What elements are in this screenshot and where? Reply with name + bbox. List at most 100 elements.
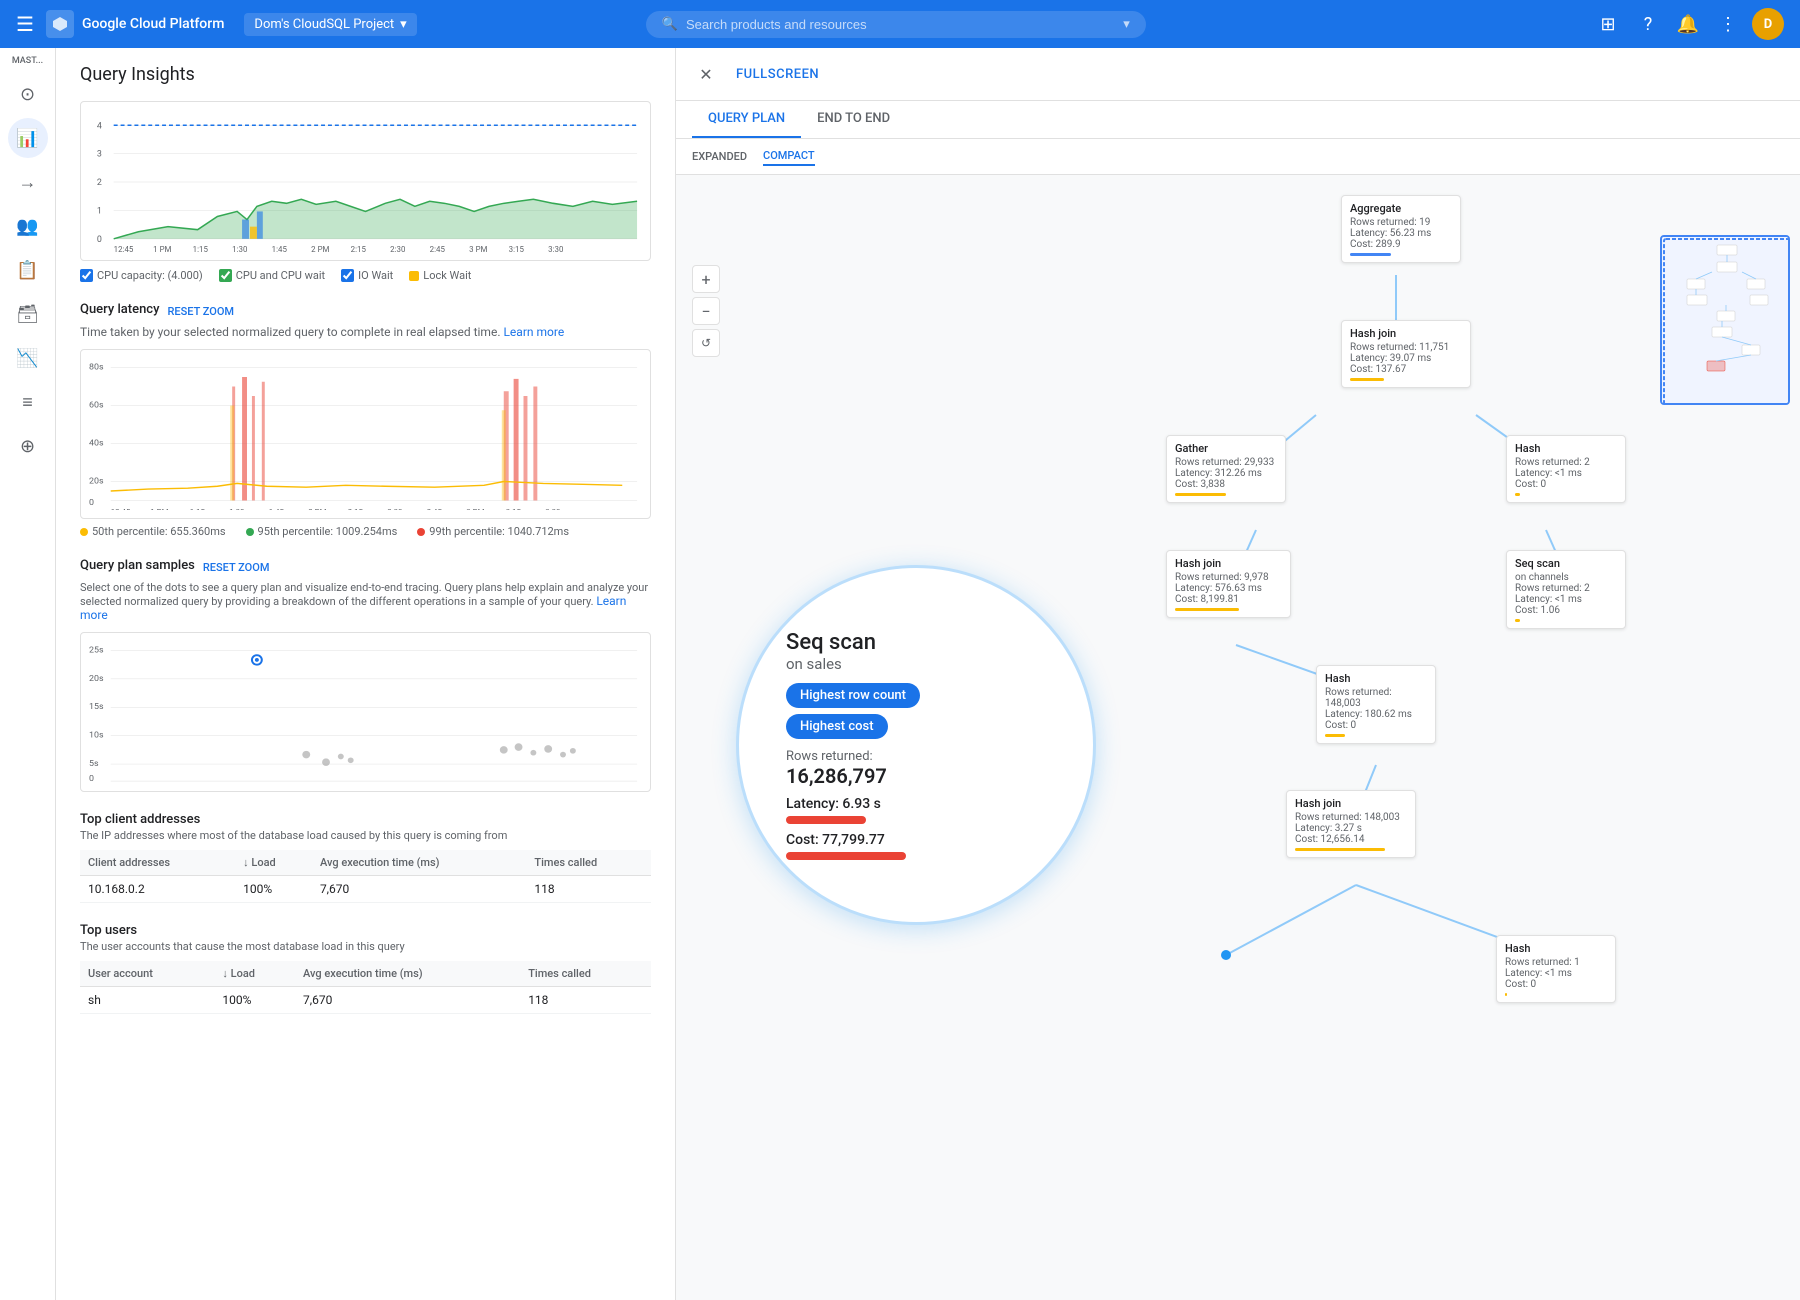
page-title: Query Insights — [80, 64, 651, 85]
sidebar-item-metrics[interactable]: 📉 — [8, 338, 48, 378]
svg-text:1 PM: 1 PM — [150, 508, 169, 510]
svg-text:20s: 20s — [89, 674, 104, 684]
svg-text:2:45: 2:45 — [430, 245, 446, 252]
svg-text:1:45: 1:45 — [272, 245, 288, 252]
avatar[interactable]: D — [1752, 8, 1784, 40]
percentile-95: 95th percentile: 1009.254ms — [246, 525, 398, 538]
svg-text:2:30: 2:30 — [390, 245, 406, 252]
svg-text:25s: 25s — [89, 646, 104, 656]
node-aggregate-rows: Rows returned: 19 — [1350, 217, 1452, 228]
compact-btn[interactable]: COMPACT — [763, 147, 815, 166]
svg-text:20s: 20s — [89, 477, 104, 487]
node-aggregate-latency: Latency: 56.23 ms — [1350, 228, 1452, 239]
zoom-in-button[interactable]: + — [692, 265, 720, 293]
user-load-cell: 100% — [214, 987, 295, 1014]
latency-reset-zoom[interactable]: RESET ZOOM — [167, 305, 234, 318]
topbar: ☰ Google Cloud Platform Dom's CloudSQL P… — [0, 0, 1800, 48]
tooltip-popup: Seq scan on sales Highest row count High… — [736, 565, 1096, 925]
svg-text:3 PM: 3 PM — [466, 508, 485, 510]
fullscreen-label[interactable]: FULLSCREEN — [736, 67, 819, 82]
sidebar-item-home[interactable]: ⊙ — [8, 74, 48, 114]
search-bar[interactable]: 🔍 ▾ — [646, 11, 1146, 38]
svg-text:10s: 10s — [89, 731, 104, 741]
col-client-addr[interactable]: Client addresses — [80, 850, 235, 876]
node-aggregate[interactable]: Aggregate Rows returned: 19 Latency: 56.… — [1341, 195, 1461, 263]
sidebar: MAST... ⊙ 📊 → 👥 📋 🗃 📉 ≡ ⊕ — [0, 48, 56, 1300]
svg-text:15s: 15s — [89, 702, 104, 712]
svg-text:0: 0 — [97, 235, 102, 245]
node-hash-join-mid[interactable]: Hash join Rows returned: 9,978 Latency: … — [1166, 550, 1291, 618]
sidebar-item-list[interactable]: ≡ — [8, 382, 48, 422]
top-clients-table: Client addresses ↓ Load Avg execution ti… — [80, 850, 651, 903]
sidebar-item-tables[interactable]: 📋 — [8, 250, 48, 290]
tab-query-plan[interactable]: QUERY PLAN — [692, 101, 801, 138]
svg-text:12:45: 12:45 — [111, 508, 131, 510]
topbar-actions: ⊞ ? 🔔 ⋮ D — [1592, 8, 1784, 40]
sidebar-mast-label: MAST... — [12, 56, 43, 66]
percentile-row: 50th percentile: 655.360ms 95th percenti… — [80, 525, 651, 538]
col-times-called[interactable]: Times called — [526, 850, 651, 876]
minimap[interactable] — [1660, 235, 1790, 405]
node-hash-bottom[interactable]: Hash Rows returned: 1 Latency: <1 ms Cos… — [1496, 935, 1616, 1003]
latency-learn-more[interactable]: Learn more — [503, 325, 564, 339]
sidebar-item-users[interactable]: 👥 — [8, 206, 48, 246]
sidebar-item-storage[interactable]: 🗃 — [8, 294, 48, 334]
legend-lock-wait[interactable]: Lock Wait — [409, 269, 471, 282]
node-hash-right[interactable]: Hash Rows returned: 2 Latency: <1 ms Cos… — [1506, 435, 1626, 503]
col-user-load[interactable]: ↓ Load — [214, 961, 295, 987]
sidebar-item-nav[interactable]: → — [8, 162, 48, 202]
percentile-50: 50th percentile: 655.360ms — [80, 525, 226, 538]
badge-highest-row-count[interactable]: Highest row count — [786, 683, 920, 708]
sidebar-item-insights[interactable]: 📊 — [8, 118, 48, 158]
node-seq-scan-channels[interactable]: Seq scan on channels Rows returned: 2 La… — [1506, 550, 1626, 629]
col-user-account[interactable]: User account — [80, 961, 214, 987]
qps-reset-zoom[interactable]: RESET ZOOM — [203, 561, 270, 574]
svg-text:60s: 60s — [89, 401, 104, 411]
avg-exec-cell: 7,670 — [312, 876, 526, 903]
legend-cpu-wait[interactable]: CPU and CPU wait — [219, 269, 325, 282]
apps-icon[interactable]: ⊞ — [1592, 8, 1624, 40]
expand-search-icon: ▾ — [1123, 17, 1130, 32]
cpu-chart: 4 3 2 1 0 — [80, 101, 651, 261]
legend-io-wait[interactable]: IO Wait — [341, 269, 393, 282]
node-gather[interactable]: Gather Rows returned: 29,933 Latency: 31… — [1166, 435, 1286, 503]
node-hash-join-top[interactable]: Hash join Rows returned: 11,751 Latency:… — [1341, 320, 1471, 388]
times-called-cell: 118 — [526, 876, 651, 903]
tab-end-to-end[interactable]: END TO END — [801, 101, 906, 138]
svg-text:1:15: 1:15 — [190, 508, 206, 510]
svg-text:12:45: 12:45 — [114, 245, 134, 252]
close-button[interactable]: ✕ — [692, 60, 720, 88]
node-hash-mid[interactable]: Hash Rows returned: 148,003 Latency: 180… — [1316, 665, 1436, 744]
sidebar-item-add[interactable]: ⊕ — [8, 426, 48, 466]
top-users-title: Top users — [80, 923, 651, 938]
zoom-reset-button[interactable]: ↺ — [692, 329, 720, 357]
badge-highest-cost[interactable]: Highest cost — [786, 714, 888, 739]
legend-cpu-capacity[interactable]: CPU capacity: (4.000) — [80, 269, 203, 282]
expanded-btn[interactable]: EXPANDED — [692, 148, 747, 165]
search-input[interactable] — [686, 17, 1115, 32]
tooltip-latency-bar — [786, 816, 866, 824]
help-icon[interactable]: ? — [1632, 8, 1664, 40]
svg-text:5s: 5s — [89, 759, 99, 769]
project-selector[interactable]: Dom's CloudSQL Project ▾ — [244, 13, 416, 36]
cpu-chart-legend: CPU capacity: (4.000) CPU and CPU wait I… — [80, 269, 651, 282]
table-row: sh 100% 7,670 118 — [80, 987, 651, 1014]
col-user-times-called[interactable]: Times called — [520, 961, 651, 987]
node-hash-join-lower[interactable]: Hash join Rows returned: 148,003 Latency… — [1286, 790, 1416, 858]
zoom-out-button[interactable]: − — [692, 297, 720, 325]
col-avg-exec[interactable]: Avg execution time (ms) — [312, 850, 526, 876]
col-load[interactable]: ↓ Load — [235, 850, 312, 876]
zoom-controls: + − ↺ — [692, 265, 720, 357]
main-layout: MAST... ⊙ 📊 → 👥 📋 🗃 📉 ≡ ⊕ Query Insights… — [0, 48, 1800, 1300]
latency-title: Query latency — [80, 302, 159, 317]
notifications-icon[interactable]: 🔔 — [1672, 8, 1704, 40]
tooltip-content: Seq scan on sales Highest row count High… — [786, 630, 1046, 860]
top-users-table: User account ↓ Load Avg execution time (… — [80, 961, 651, 1014]
plan-graph-area[interactable]: + − ↺ — [676, 175, 1800, 1282]
more-icon[interactable]: ⋮ — [1712, 8, 1744, 40]
svg-text:2:15: 2:15 — [351, 245, 367, 252]
col-user-avg-exec[interactable]: Avg execution time (ms) — [295, 961, 520, 987]
qps-chart[interactable]: 25s 20s 15s 10s 5s 0 — [80, 632, 651, 792]
user-times-called-cell: 118 — [520, 987, 651, 1014]
menu-icon[interactable]: ☰ — [16, 12, 34, 36]
